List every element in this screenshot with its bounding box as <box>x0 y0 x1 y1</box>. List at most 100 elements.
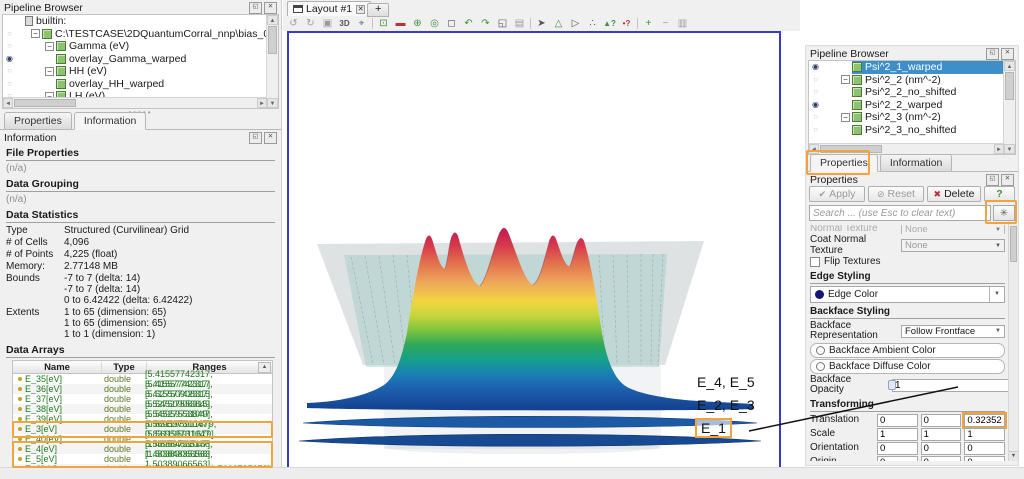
scale-z-input[interactable] <box>964 428 1005 441</box>
flip-textures-checkbox[interactable] <box>810 257 820 267</box>
collapse-expander-icon[interactable]: − <box>841 75 850 84</box>
close-panel-icon[interactable]: ✕ <box>264 2 277 14</box>
interactive-select-points-icon[interactable]: •? <box>618 17 635 31</box>
clear-selection-icon[interactable]: ▥ <box>674 17 691 31</box>
pipeline-item-psi21-warped[interactable]: ◉ Psi^2_1_warped <box>809 61 1015 74</box>
scale-y-input[interactable] <box>921 428 962 441</box>
float-panel-icon[interactable]: ◱ <box>249 132 262 144</box>
pipeline-item-hh[interactable]: ○ − HH (eV) <box>3 65 278 78</box>
translation-z-input[interactable] <box>964 414 1005 427</box>
delete-button[interactable]: ✖Delete <box>927 186 981 202</box>
collapse-expander-icon[interactable]: − <box>31 29 40 38</box>
tab-information[interactable]: Information <box>74 112 147 130</box>
close-layout-icon[interactable]: ✕ <box>356 5 365 14</box>
visibility-eye-icon[interactable]: ○ <box>3 40 16 52</box>
gear-icon[interactable]: ✳ <box>993 205 1015 221</box>
origin-x-input[interactable] <box>877 456 918 462</box>
tree-horizontal-scrollbar[interactable]: ◄► <box>809 143 1004 154</box>
pipeline-item-builtin[interactable]: builtin: <box>3 15 278 28</box>
select-cells-on-icon[interactable]: ➤ <box>533 17 550 31</box>
reset-center-icon[interactable]: ◎ <box>426 17 443 31</box>
pipeline-item-psi22-no-shifted[interactable]: ○ Psi^2_2_no_shifted <box>809 86 1015 99</box>
toggle-2d3d-icon[interactable]: 3D <box>336 17 353 31</box>
adjust-camera-icon[interactable]: ▤ <box>511 17 528 31</box>
visibility-eye-icon[interactable]: ○ <box>809 86 822 98</box>
zoom-to-box-icon[interactable]: ◻ <box>443 17 460 31</box>
edge-color-combo[interactable]: Edge Color ▼ <box>810 286 1005 303</box>
visibility-eye-icon[interactable]: ○ <box>809 111 822 123</box>
collapse-expander-icon[interactable]: − <box>841 113 850 122</box>
help-button[interactable]: ? <box>984 186 1015 202</box>
visibility-eye-icon[interactable]: ○ <box>3 28 16 40</box>
tree-vertical-scrollbar[interactable]: ▲▼ <box>266 15 278 108</box>
visibility-eye-icon[interactable]: ○ <box>3 65 16 77</box>
layout-tab[interactable]: Layout #1 ✕ <box>287 1 371 16</box>
reset-camera-closest-icon[interactable]: ◱ <box>494 17 511 31</box>
tab-properties[interactable]: Properties <box>810 154 878 172</box>
select-points-through-icon[interactable]: ∴ <box>584 17 601 31</box>
float-panel-icon[interactable]: ◱ <box>986 174 999 186</box>
orientation-z-input[interactable] <box>964 442 1005 455</box>
tree-vertical-scrollbar[interactable]: ▲▼ <box>1003 61 1015 154</box>
apply-button[interactable]: ✔Apply <box>809 186 865 202</box>
rotate-cw-icon[interactable]: ↷ <box>477 17 494 31</box>
orientation-y-input[interactable] <box>921 442 962 455</box>
backface-diffuse-color-button[interactable]: Backface Diffuse Color <box>810 359 1005 374</box>
pipeline-item-psi22[interactable]: ○ − Psi^2_2 (nm^-2) <box>809 74 1015 87</box>
rotate-ccw-icon[interactable]: ↶ <box>460 17 477 31</box>
visibility-eye-icon[interactable]: ○ <box>809 124 822 136</box>
show-center-axes-icon[interactable]: ⊡ <box>375 17 392 31</box>
collapse-expander-icon[interactable]: − <box>45 42 54 51</box>
table-scroll-up-icon[interactable]: ▲ <box>258 362 271 373</box>
tree-horizontal-scrollbar[interactable]: ◄► <box>3 97 267 108</box>
collapse-expander-icon[interactable]: − <box>45 67 54 76</box>
capture-screenshot-icon[interactable]: ▣ <box>319 17 336 31</box>
visibility-eye-icon[interactable]: ◉ <box>809 99 822 111</box>
visibility-eye-icon[interactable]: ◉ <box>809 61 822 73</box>
orientation-x-input[interactable] <box>877 442 918 455</box>
backface-representation-combo[interactable]: Follow Frontface▼ <box>901 325 1005 338</box>
backface-ambient-color-button[interactable]: Backface Ambient Color <box>810 343 1005 358</box>
scale-x-input[interactable] <box>877 428 918 441</box>
pipeline-item-overlay-gamma-warped[interactable]: ◉ overlay_Gamma_warped <box>3 53 278 66</box>
render-viewport[interactable]: E_4, E_5 E_2, E_3 E_1 <box>287 31 781 469</box>
zoom-to-data-icon[interactable]: ⌖ <box>353 17 370 31</box>
visibility-eye-icon[interactable]: ◉ <box>3 53 16 65</box>
chevron-down-icon[interactable]: ▼ <box>989 287 1000 302</box>
visibility-eye-icon[interactable]: ○ <box>3 78 16 90</box>
shrink-selection-icon[interactable]: − <box>657 17 674 31</box>
pipeline-item-gamma[interactable]: ○ − Gamma (eV) <box>3 40 278 53</box>
hide-center-axes-icon[interactable]: ▬ <box>392 17 409 31</box>
tab-properties[interactable]: Properties <box>4 112 72 130</box>
interactive-select-cells-icon[interactable]: ▲? <box>601 17 618 31</box>
new-layout-tab-button[interactable]: + <box>367 3 389 17</box>
float-panel-icon[interactable]: ◱ <box>249 2 262 14</box>
reset-button[interactable]: ⊘Reset <box>868 186 924 202</box>
tab-information[interactable]: Information <box>880 154 953 172</box>
grow-selection-icon[interactable]: + <box>640 17 657 31</box>
translation-y-input[interactable] <box>921 414 962 427</box>
select-points-on-icon[interactable]: △ <box>550 17 567 31</box>
selected-item[interactable]: Psi^2_1_warped <box>852 61 1015 74</box>
properties-vertical-scrollbar[interactable]: ▼ <box>1008 224 1018 461</box>
camera-redo-icon[interactable]: ↻ <box>302 17 319 31</box>
close-panel-icon[interactable]: ✕ <box>264 132 277 144</box>
float-panel-icon[interactable]: ◱ <box>986 48 999 60</box>
select-cells-through-icon[interactable]: ▷ <box>567 17 584 31</box>
pipeline-item-psi23[interactable]: ○ − Psi^2_3 (nm^-2) <box>809 111 1015 124</box>
pipeline-item-overlay-hh-warped[interactable]: ○ overlay_HH_warped <box>3 78 278 91</box>
normal-texture-combo[interactable]: None▼ <box>901 225 1005 234</box>
origin-y-input[interactable] <box>921 456 962 462</box>
pipeline-item-bandedges[interactable]: ○ − C:\TESTCASE\2DQuantumCorral_nnp\bias… <box>3 28 278 41</box>
pick-center-icon[interactable]: ⊕ <box>409 17 426 31</box>
visibility-eye-icon[interactable]: ○ <box>809 74 822 86</box>
close-panel-icon[interactable]: ✕ <box>1001 48 1014 60</box>
translation-x-input[interactable] <box>877 414 918 427</box>
camera-undo-icon[interactable]: ↺ <box>285 17 302 31</box>
origin-z-input[interactable] <box>964 456 1005 462</box>
search-input[interactable] <box>809 205 991 221</box>
backface-opacity-input[interactable] <box>892 379 1009 392</box>
close-panel-icon[interactable]: ✕ <box>1001 174 1014 186</box>
coat-normal-texture-combo[interactable]: None▼ <box>901 239 1005 252</box>
pipeline-item-psi22-warped[interactable]: ◉ Psi^2_2_warped <box>809 99 1015 112</box>
